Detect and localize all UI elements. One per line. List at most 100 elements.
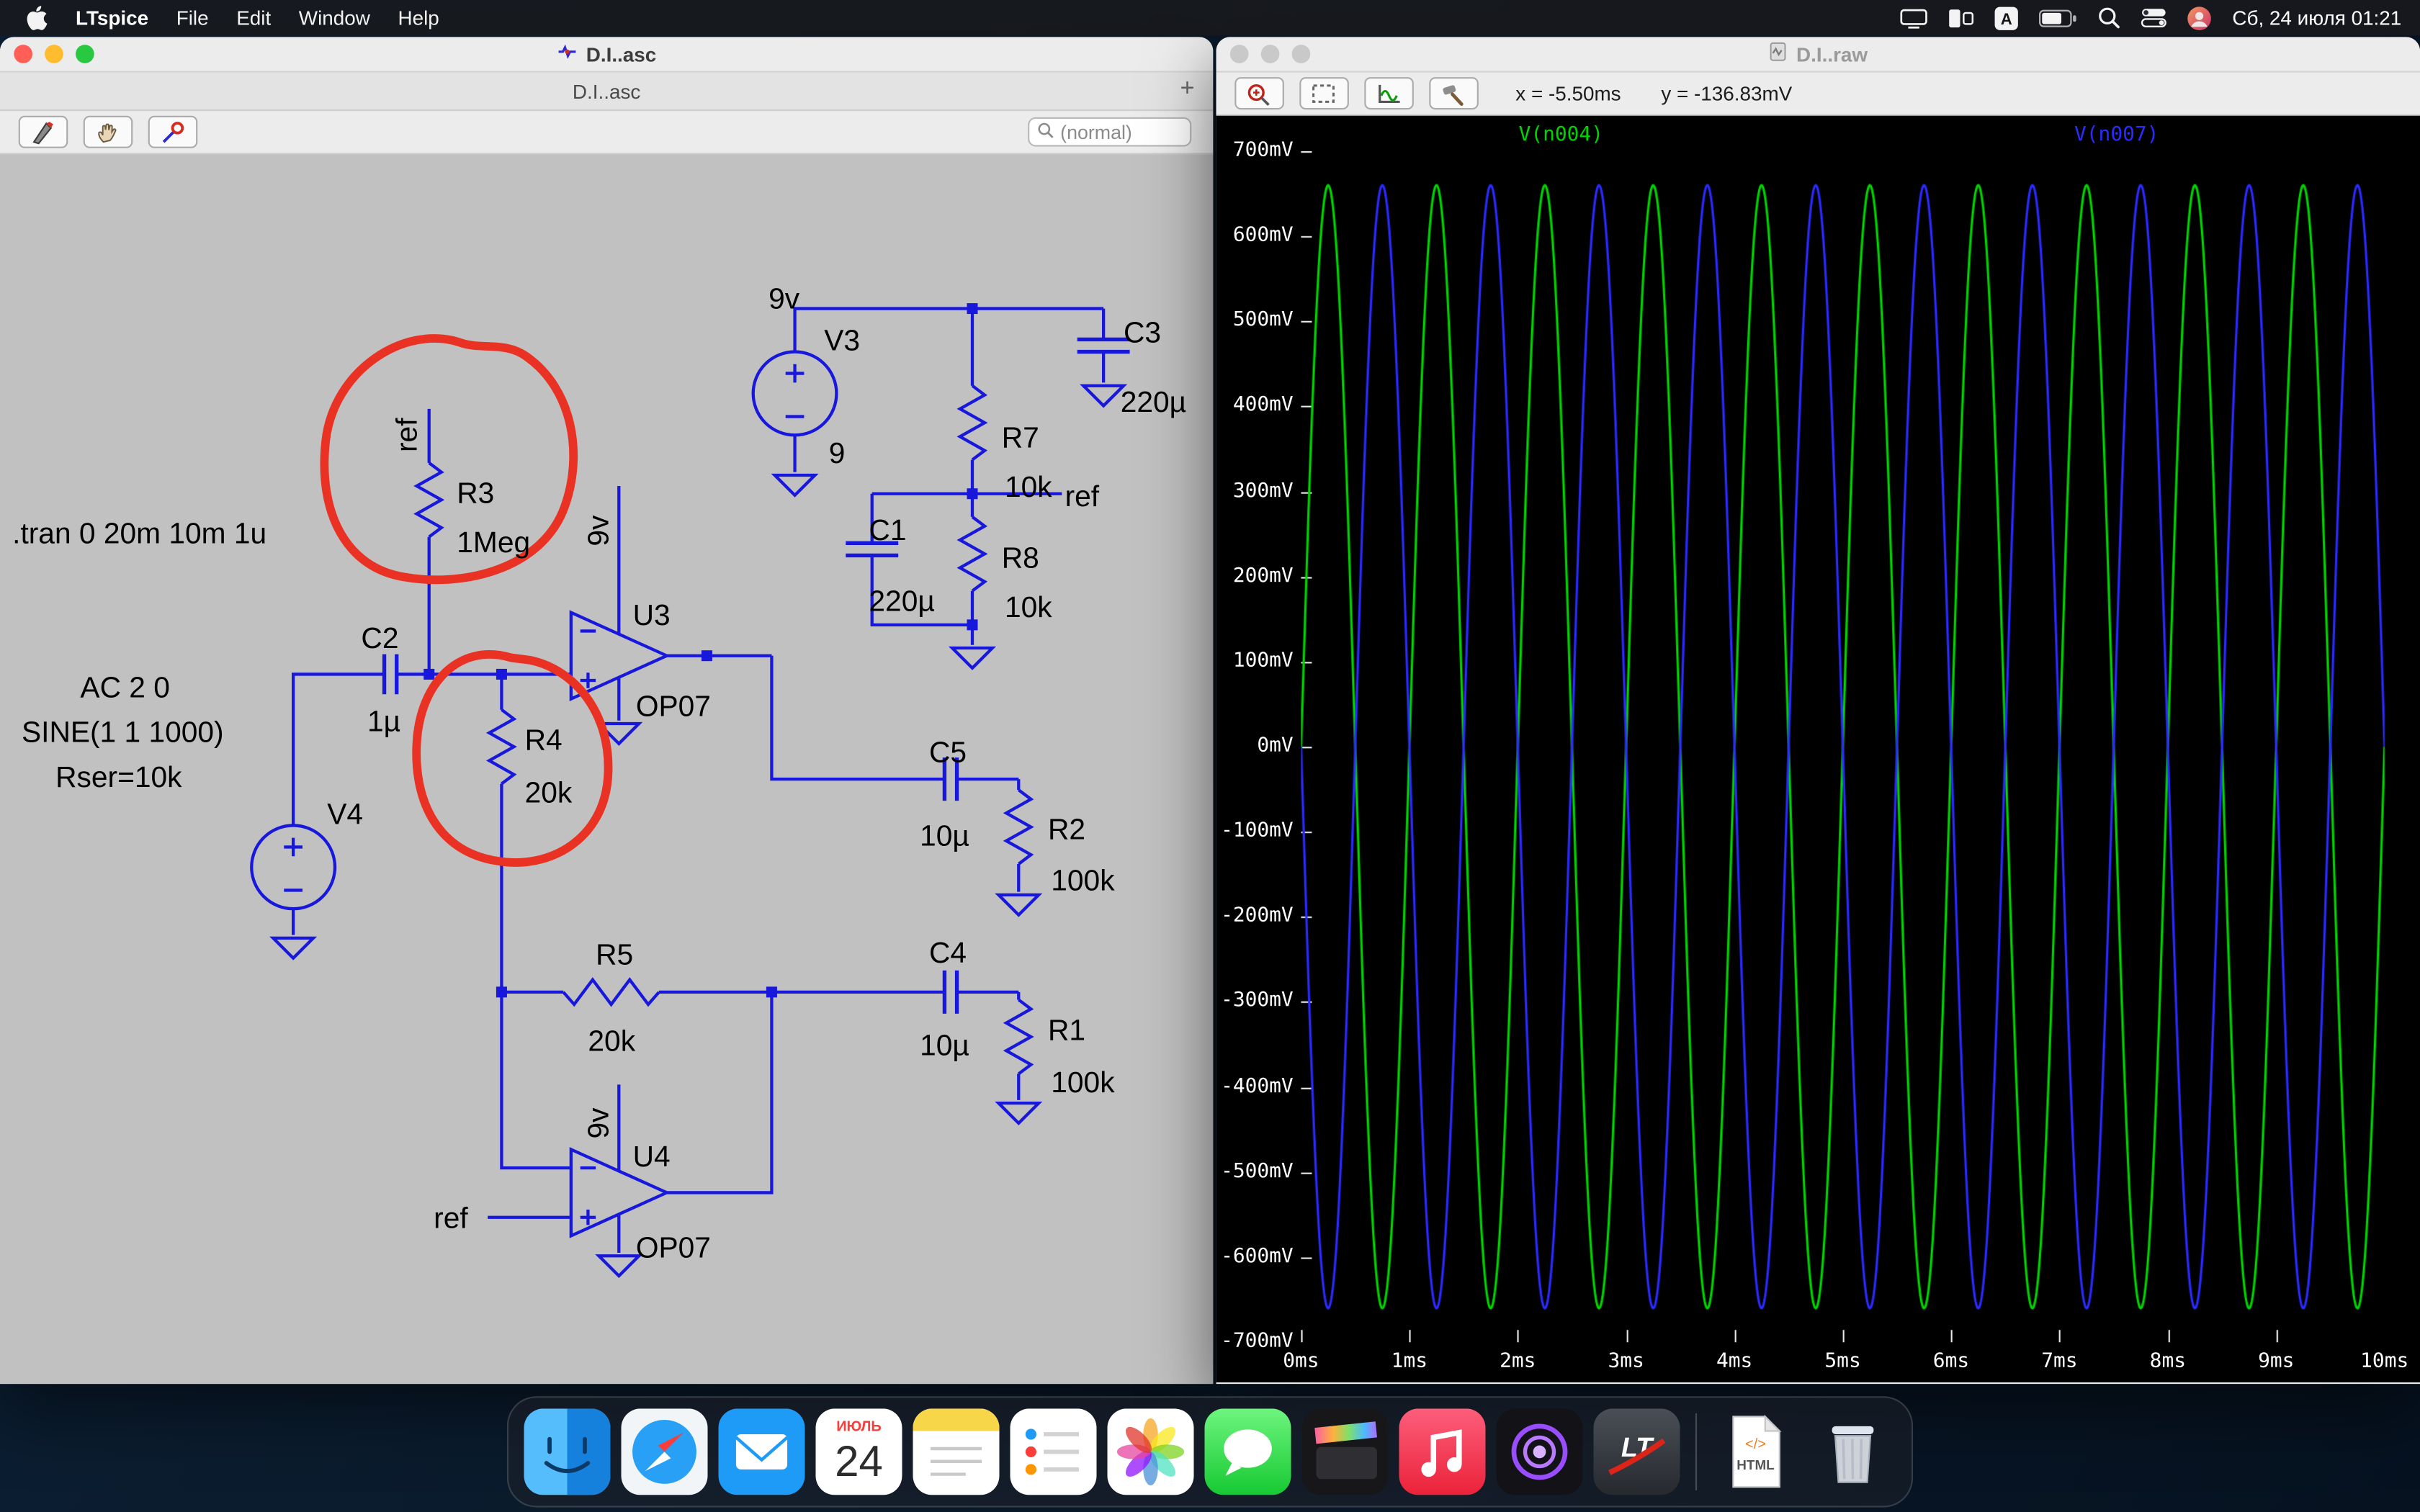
resistor-r8 [956, 516, 988, 593]
schematic-label[interactable]: C2 [361, 621, 398, 654]
menu-item-window[interactable]: Window [299, 6, 370, 30]
schematic-label[interactable]: 20k [525, 775, 573, 809]
autoscale-icon[interactable] [1364, 77, 1414, 110]
zoom-box-icon[interactable] [1299, 77, 1349, 110]
schematic-label[interactable]: 10k [1005, 470, 1052, 503]
trace-legend-1[interactable]: V(n004) [1519, 123, 1603, 146]
menu-item-help[interactable]: Help [398, 6, 439, 30]
schematic-label[interactable]: R8 [1002, 541, 1039, 575]
dock-item-finder[interactable] [524, 1408, 611, 1495]
dock-item-html-file[interactable]: </> HTML [1713, 1408, 1799, 1495]
apple-menu-icon[interactable] [24, 4, 48, 30]
menu-item-file[interactable]: File [176, 6, 209, 30]
schematic-label[interactable]: R7 [1002, 420, 1039, 454]
schematic-label[interactable]: 220µ [869, 585, 934, 618]
resistors[interactable] [413, 384, 1034, 1076]
schematic-drawing[interactable]: .tran 0 20m 10m 1u AC 2 0 SINE(1 1 1000) Rs… [0, 154, 1213, 1384]
schematic-canvas[interactable]: .tran 0 20m 10m 1u AC 2 0 SINE(1 1 1000) Rs… [0, 154, 1214, 1385]
zoom-button-tool[interactable] [1234, 77, 1284, 110]
schematic-label[interactable]: OP07 [636, 689, 711, 722]
dock-item-mail[interactable] [718, 1408, 805, 1495]
schematic-label[interactable]: R5 [596, 937, 633, 971]
close-button[interactable] [14, 45, 32, 63]
tab-schematic[interactable]: D.I..asc [573, 79, 640, 102]
dock-item-podcasts[interactable] [1496, 1408, 1583, 1495]
zoom-button[interactable] [1291, 45, 1311, 63]
minimize-button[interactable] [45, 45, 63, 63]
schematic-label[interactable]: 100k [1051, 1066, 1115, 1099]
schematic-label[interactable]: R2 [1048, 813, 1085, 846]
control-panel-icon[interactable] [1429, 77, 1479, 110]
schematic-label[interactable]: R1 [1048, 1013, 1085, 1046]
display-icon[interactable] [1901, 7, 1929, 29]
dock-item-reminders[interactable] [1010, 1408, 1097, 1495]
schematic-label[interactable]: OP07 [636, 1230, 711, 1264]
probe-tool-button[interactable] [148, 115, 198, 148]
trace-legend-2[interactable]: V(n007) [2074, 123, 2159, 146]
schematic-label[interactable]: 10k [1005, 590, 1052, 624]
schematic-label[interactable]: V3 [824, 323, 860, 356]
dock-item-photos[interactable] [1107, 1408, 1194, 1495]
schematic-label[interactable]: .tran 0 20m 10m 1u [12, 516, 266, 549]
menu-clock[interactable]: Сб, 24 июля 01:21 [2232, 6, 2401, 30]
schematic-label[interactable]: C5 [929, 736, 967, 769]
schematic-label[interactable]: 9v [581, 1107, 614, 1139]
new-tab-button[interactable]: + [1180, 76, 1195, 104]
schematic-label[interactable]: 9 [829, 436, 846, 469]
spotlight-icon[interactable] [2098, 6, 2121, 30]
finder-icon [524, 1408, 611, 1495]
schematic-label[interactable]: 1µ [367, 705, 400, 738]
search-input[interactable]: (normal) [1028, 117, 1192, 147]
schematic-label[interactable]: SINE(1 1 1000) [22, 716, 224, 749]
dock-item-safari[interactable] [621, 1408, 708, 1495]
schematic-label[interactable]: 1Meg [457, 526, 530, 559]
schematic-label[interactable]: ref [434, 1202, 468, 1235]
schematic-label[interactable]: 10µ [920, 1029, 969, 1062]
control-center-icon[interactable] [2141, 8, 2167, 28]
keyboard-layout-icon[interactable]: A [1994, 6, 2019, 30]
schematic-label[interactable]: 9v [581, 515, 614, 546]
dock-item-trash[interactable] [1810, 1408, 1896, 1495]
html-file-icon: </> HTML [1732, 1414, 1782, 1488]
close-button[interactable] [1229, 45, 1249, 63]
user-avatar[interactable] [2187, 6, 2212, 30]
schematic-label[interactable]: R4 [525, 723, 563, 756]
schematic-label[interactable]: ref [390, 418, 424, 452]
schematic-label[interactable]: 220µ [1121, 385, 1186, 418]
schematic-label[interactable]: C3 [1124, 316, 1161, 349]
schematic-label[interactable]: U4 [633, 1140, 671, 1173]
schematic-label[interactable]: AC 2 0 [80, 671, 169, 704]
dock-item-clapperboard[interactable] [1301, 1408, 1389, 1495]
schematic-label[interactable]: 100k [1051, 863, 1115, 896]
schematic-label[interactable]: C4 [929, 936, 967, 969]
schematic-tabbar: D.I..asc + [0, 72, 1214, 112]
x-axis-label: 1ms [1391, 1350, 1428, 1374]
schematic-label[interactable]: 10µ [920, 819, 969, 852]
dock-item-notes[interactable] [913, 1408, 1000, 1495]
schematic-label[interactable]: ref [1065, 480, 1100, 513]
waveform-window-title: D.I..raw [1796, 42, 1868, 66]
menu-app-name[interactable]: LTspice [76, 6, 148, 30]
hand-tool-button[interactable] [83, 115, 133, 148]
schematic-label[interactable]: V4 [327, 797, 363, 830]
menu-item-edit[interactable]: Edit [236, 6, 271, 30]
schematic-label[interactable]: 9v [768, 282, 800, 315]
dock-item-calendar[interactable]: ИЮЛЬ 24 [815, 1408, 902, 1495]
schematic-label[interactable]: C1 [869, 513, 906, 546]
x-axis-label: 8ms [2149, 1350, 2187, 1374]
cutter-tool-button[interactable] [18, 115, 68, 148]
battery-icon[interactable] [2039, 9, 2079, 27]
dock-item-music[interactable] [1399, 1408, 1486, 1495]
schematic-label[interactable]: R3 [457, 477, 494, 510]
trace-canvas[interactable] [1301, 151, 2385, 1343]
waveform-plot[interactable]: V(n004) V(n007) 700mV 600mV 500mV 400mV 300mV… [1216, 115, 2420, 1383]
minimize-button[interactable] [1260, 45, 1280, 63]
dock-item-ltspice[interactable]: LT [1593, 1408, 1680, 1495]
dock-item-messages[interactable] [1204, 1408, 1291, 1495]
desktop: LTspice File Edit Window Help A Сб, 24 и… [0, 0, 2420, 1512]
schematic-label[interactable]: Rser=10k [55, 760, 182, 793]
schematic-label[interactable]: U3 [633, 598, 671, 631]
tiles-icon[interactable] [1948, 7, 1974, 29]
zoom-button[interactable] [76, 45, 94, 63]
schematic-label[interactable]: 20k [588, 1024, 635, 1057]
